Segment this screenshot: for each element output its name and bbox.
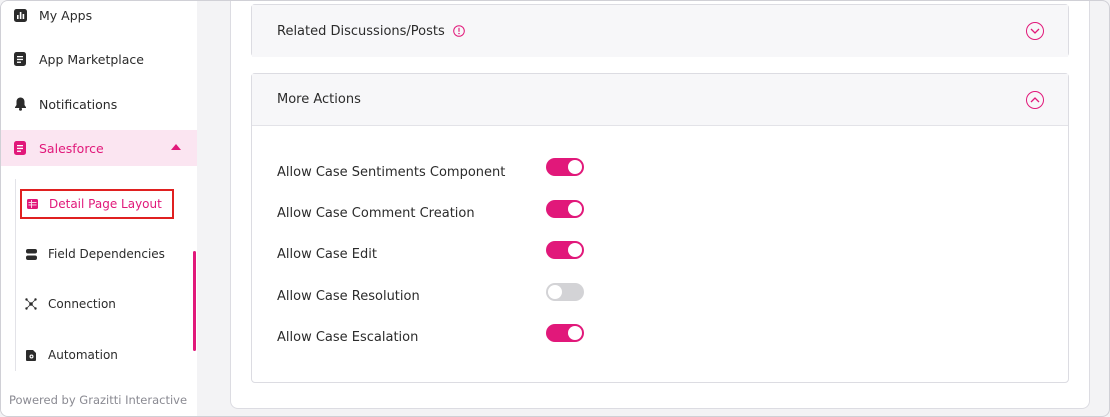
sidebar-item-notifications[interactable]: Notifications [1,86,197,122]
info-icon[interactable] [452,25,465,37]
sidebar-subitem-label: Detail Page Layout [49,197,162,211]
sidebar-subitem-detail-page-layout[interactable]: Detail Page Layout [20,189,174,219]
sidebar-subitem-label: Automation [48,348,118,362]
toggle-label-case-comment-creation: Allow Case Comment Creation [277,205,475,221]
sidebar-scrollbar[interactable] [193,251,196,351]
sidebar-item-label: App Marketplace [39,51,144,67]
bell-icon [13,97,27,111]
toggle-label-case-sentiments: Allow Case Sentiments Component [277,164,506,180]
automation-icon [25,349,37,361]
sidebar-item-salesforce[interactable]: Salesforce [1,130,197,166]
bar-chart-icon [13,8,27,22]
document-icon [13,141,27,155]
chevron-up-icon[interactable] [171,144,181,150]
sidebar: My Apps App Marketplace Notifications Sa… [1,1,197,416]
chevron-down-icon[interactable] [1026,22,1044,40]
sidebar-subitem-label: Field Dependencies [48,247,165,261]
toggle-knob [568,160,582,174]
powered-by-footer: Powered by Grazitti Interactive [9,393,188,407]
sidebar-subitem-label: Connection [48,297,116,311]
toggle-label-case-escalation: Allow Case Escalation [277,329,419,345]
panel-title: More Actions [277,92,361,107]
document-icon [13,52,27,66]
sidebar-item-label: Notifications [39,96,118,112]
sidebar-subitem-connection[interactable]: Connection [21,289,126,319]
related-discussions-panel: Related Discussions/Posts [251,4,1069,57]
panel-title: Related Discussions/Posts [277,23,445,39]
toggle-label-case-edit: Allow Case Edit [277,246,377,262]
app-frame: My Apps App Marketplace Notifications Sa… [0,0,1110,417]
sidebar-item-my-apps[interactable]: My Apps [1,1,197,33]
sidebar-subitem-automation[interactable]: Automation [21,340,128,370]
hub-icon [25,298,37,310]
toggle-knob [548,285,562,299]
toggle-case-resolution[interactable] [546,283,584,301]
table-icon [26,198,38,210]
sidebar-item-label: My Apps [39,7,93,23]
stack-icon [25,248,37,260]
related-discussions-header[interactable]: Related Discussions/Posts [252,5,1068,57]
toggle-case-sentiments[interactable] [546,158,584,176]
sidebar-subitem-field-dependencies[interactable]: Field Dependencies [21,239,175,269]
toggle-knob [568,243,582,257]
sidebar-item-label: Salesforce [39,140,104,156]
chevron-up-icon[interactable] [1026,91,1044,109]
toggle-knob [568,326,582,340]
toggle-label-case-resolution: Allow Case Resolution [277,288,420,304]
toggle-knob [568,202,582,216]
toggle-case-escalation[interactable] [546,324,584,342]
sidebar-item-app-marketplace[interactable]: App Marketplace [1,41,197,77]
submenu-guide-line [15,179,16,371]
toggle-case-comment-creation[interactable] [546,200,584,218]
toggle-case-edit[interactable] [546,241,584,259]
more-actions-header[interactable]: More Actions [252,74,1068,126]
